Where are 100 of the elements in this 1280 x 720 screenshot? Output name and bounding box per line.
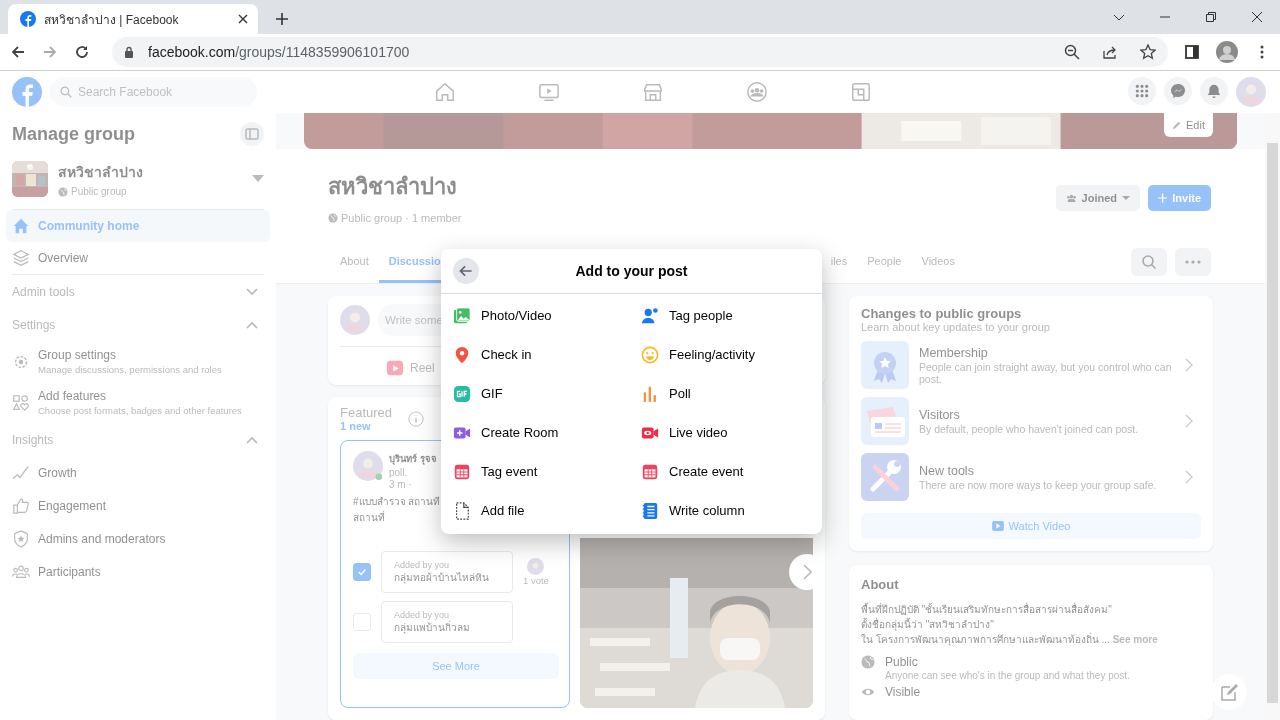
scrollbar-thumb[interactable] <box>1267 143 1278 703</box>
close-tab-icon[interactable] <box>238 14 248 24</box>
choice-label: กลุ่มทอผ้าบ้านไหล่หิน <box>394 570 490 585</box>
star-icon[interactable] <box>1140 44 1156 60</box>
collapse-sidebar-icon[interactable] <box>240 122 264 146</box>
globe-icon <box>861 655 875 669</box>
privacy-title: Public <box>885 655 919 669</box>
post-option[interactable]: Create event <box>641 452 822 491</box>
chevron-icon <box>1185 470 1193 484</box>
sidebar-item[interactable]: Engagement <box>38 498 107 513</box>
globe-icon <box>328 213 338 223</box>
sidebar-item[interactable]: Overview <box>6 242 270 274</box>
post-option[interactable]: Poll <box>641 374 822 413</box>
group-privacy: Public group <box>71 186 127 197</box>
account-avatar[interactable] <box>1236 77 1266 107</box>
item-description: Manage discussions, permissions and roles <box>38 364 222 375</box>
post-option[interactable]: Write column <box>641 491 822 530</box>
profile-avatar[interactable] <box>1216 41 1238 63</box>
checkbox[interactable] <box>353 563 371 581</box>
search-icon <box>60 86 72 98</box>
info-icon[interactable] <box>408 410 425 427</box>
marketplace-icon[interactable] <box>641 81 664 103</box>
group-tab[interactable]: iles <box>820 241 858 283</box>
section-header[interactable]: Admin tools <box>12 275 270 308</box>
update-item[interactable]: Membership People can join straight away, but you control who can post. <box>861 341 1201 389</box>
post-option[interactable]: Tag people <box>641 296 822 335</box>
post-option[interactable]: Create Room <box>453 413 641 452</box>
reel-button[interactable]: Reel <box>386 351 435 385</box>
post-option[interactable]: Tag event <box>453 452 641 491</box>
post-option[interactable]: Feeling/activity <box>641 335 822 374</box>
sidebar-item[interactable]: Participants <box>38 564 101 579</box>
update-item[interactable]: New tools There are now more ways to keep your group safe. <box>861 453 1201 501</box>
sidebar-item[interactable]: Community home <box>6 210 270 242</box>
sidebar-item[interactable]: Admins and moderators <box>38 531 166 546</box>
chevron-icon <box>246 435 258 444</box>
video-icon[interactable] <box>537 81 560 103</box>
invite-button[interactable]: Invite <box>1148 185 1211 211</box>
more-button[interactable] <box>1175 248 1211 276</box>
sidebar-item[interactable]: Growth <box>38 465 77 480</box>
notebook-icon <box>641 501 659 520</box>
notifications-icon[interactable] <box>1200 77 1228 105</box>
restore-icon[interactable] <box>1205 11 1217 23</box>
post-option[interactable]: GIF <box>453 374 641 413</box>
pencil-icon <box>1172 120 1183 130</box>
forward-icon[interactable] <box>42 44 58 60</box>
post-time: 3 m · <box>389 479 412 490</box>
url-text: facebook.com/groups/1148359906101700 <box>148 44 410 60</box>
see-more-link[interactable]: See more <box>1112 634 1158 645</box>
share-icon[interactable] <box>1102 44 1118 60</box>
back-icon[interactable] <box>10 44 26 60</box>
close-window-icon[interactable] <box>1251 11 1263 23</box>
card-subtitle: Learn about key updates to your group <box>861 321 1051 333</box>
group-tab[interactable]: About <box>330 241 379 283</box>
home-icon <box>12 217 30 235</box>
next-icon[interactable] <box>789 554 825 590</box>
answer-choice[interactable]: Added by you กลุ่มทอผ้าบ้านไหล่หิน <box>381 551 513 593</box>
calendar-icon <box>641 462 659 481</box>
sidebar-item[interactable]: Group settings <box>38 348 222 362</box>
apps-menu-icon[interactable] <box>1128 77 1156 105</box>
new-message-button[interactable] <box>1211 674 1247 710</box>
zoom-out-icon[interactable] <box>1064 44 1080 60</box>
caret-icon[interactable] <box>252 175 264 183</box>
person-icon <box>641 306 659 325</box>
joined-button[interactable]: Joined <box>1055 185 1140 211</box>
edit-cover-button[interactable]: Edit <box>1164 113 1213 137</box>
post-option[interactable]: Live video <box>641 413 822 452</box>
facebook-logo-icon[interactable] <box>12 77 42 107</box>
reload-icon[interactable] <box>74 44 90 60</box>
layers-icon <box>12 249 30 267</box>
update-item[interactable]: Visitors By default, people who haven't joined can post. <box>861 397 1201 445</box>
side-panel-icon[interactable] <box>1184 44 1200 60</box>
card-title: Changes to public groups <box>861 306 1023 321</box>
address-bar[interactable]: facebook.com/groups/1148359906101700 <box>112 37 1168 67</box>
post-option[interactable]: Check in <box>453 335 641 374</box>
author-avatar <box>353 451 383 481</box>
group-name[interactable]: สหวิชาลำปาง <box>58 161 242 183</box>
search-button[interactable] <box>1131 248 1167 276</box>
home-icon[interactable] <box>433 81 456 103</box>
back-button[interactable] <box>453 258 479 284</box>
answer-choice[interactable]: Added by you กลุ่มแพบ้านกิ่วลม <box>381 601 513 643</box>
post-input[interactable]: Write some <box>378 304 444 336</box>
author-name[interactable]: บุรินทร์ รุจจ <box>389 451 437 466</box>
sidebar-item[interactable]: Add features <box>38 389 242 403</box>
section-header[interactable]: Settings <box>12 308 270 341</box>
watch-video-button[interactable]: Watch Video <box>861 513 1201 539</box>
post-option[interactable]: Photo/Video <box>453 296 641 335</box>
checkbox[interactable] <box>353 613 371 631</box>
browser-tab[interactable]: สหวิชาลำปาง | Facebook <box>8 4 258 34</box>
gaming-icon[interactable] <box>849 81 872 103</box>
section-header[interactable]: Insights <box>12 423 270 456</box>
messenger-icon[interactable] <box>1164 77 1192 105</box>
post-option[interactable]: Add file <box>453 491 641 530</box>
search-field[interactable]: Search Facebook <box>50 77 257 107</box>
featured-title: Featured <box>340 405 393 420</box>
bar-chart-icon <box>641 384 659 403</box>
groups-icon[interactable] <box>745 81 768 103</box>
group-tab[interactable]: Videos <box>911 241 965 283</box>
new-tab-icon[interactable] <box>276 13 288 25</box>
group-tab[interactable]: People <box>857 241 912 283</box>
see-more-button[interactable]: See More <box>353 653 559 679</box>
